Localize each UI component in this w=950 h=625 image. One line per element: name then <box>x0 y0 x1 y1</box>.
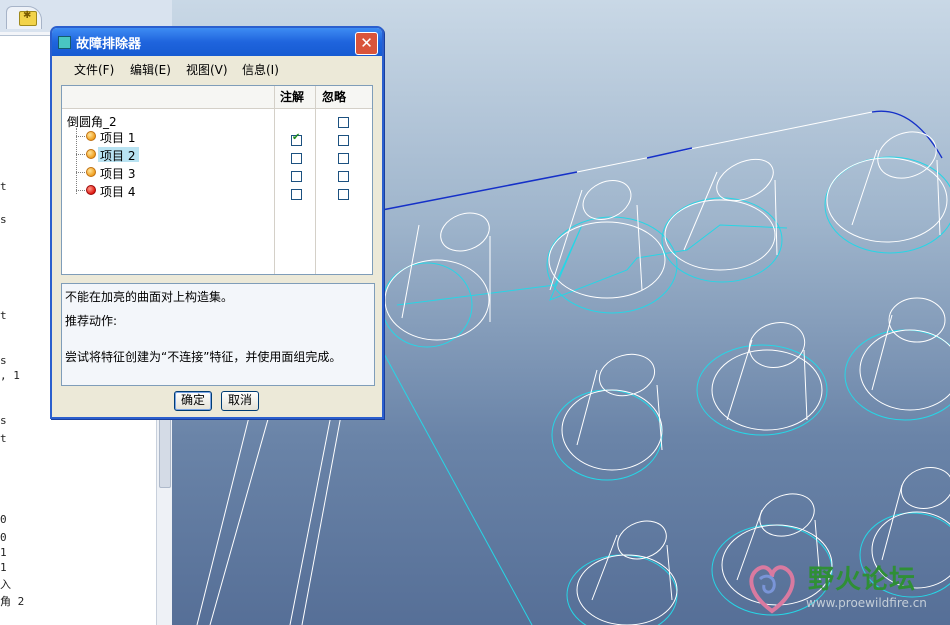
menu-file[interactable]: 文件(F) <box>74 61 114 78</box>
item-1-ignore-checkbox[interactable] <box>338 135 349 146</box>
item-2-ignore-checkbox[interactable] <box>338 153 349 164</box>
tree-item-2[interactable]: 项目 2 <box>100 147 135 164</box>
column-annotate[interactable]: 注解 <box>280 86 304 108</box>
troubleshooter-dialog: 故障排除器 ✕ 文件(F) 编辑(E) 视图(V) 信息(I) 注解 忽略 倒圆… <box>50 26 384 419</box>
warning-status-icon <box>86 167 96 177</box>
scrollbar-thumb[interactable] <box>159 416 171 488</box>
column-divider <box>274 86 275 274</box>
folder-star-icon <box>19 10 37 26</box>
menu-info[interactable]: 信息(I) <box>242 61 279 78</box>
error-message: 不能在加亮的曲面对上构造集。 <box>65 290 234 304</box>
tree-node-fragment[interactable]: s <box>0 414 7 427</box>
warning-status-icon <box>86 131 96 141</box>
recommended-action-label: 推荐动作: <box>65 314 118 328</box>
column-divider <box>315 86 316 274</box>
item-3-ignore-checkbox[interactable] <box>338 171 349 182</box>
tree-root-label[interactable]: 倒圆角_2 <box>67 113 117 130</box>
tree-node-fragment[interactable]: 角 2 <box>0 593 24 609</box>
message-panel: 不能在加亮的曲面对上构造集。 推荐动作: 尝试将特征创建为“不连接”特征，并使用… <box>61 283 375 386</box>
tree-connector <box>76 136 85 137</box>
item-4-annotate-checkbox[interactable] <box>291 189 302 200</box>
ok-button[interactable]: 确定 <box>174 391 212 411</box>
item-tree-table: 注解 忽略 倒圆角_2 项目 1 项目 2 项目 3 项目 4 <box>61 85 373 275</box>
dialog-title: 故障排除器 <box>76 37 142 52</box>
item-4-ignore-checkbox[interactable] <box>338 189 349 200</box>
tree-node-fragment[interactable]: t <box>0 309 7 322</box>
cancel-button[interactable]: 取消 <box>221 391 259 411</box>
heart-swirl-logo-icon <box>749 565 795 614</box>
tree-connector <box>76 190 85 191</box>
tree-node-fragment[interactable]: s <box>0 354 7 367</box>
tree-node-fragment[interactable]: 0 <box>0 531 7 544</box>
dialog-titlebar[interactable]: 故障排除器 ✕ <box>52 28 382 56</box>
item-1-annotate-checkbox[interactable] <box>291 132 302 146</box>
menu-view[interactable]: 视图(V) <box>186 61 228 78</box>
model-tree-tab[interactable] <box>6 6 42 29</box>
tree-item-3[interactable]: 项目 3 <box>100 165 135 182</box>
forum-watermark: 野火论坛 www.proewildfire.cn <box>740 555 945 619</box>
watermark-title: 野火论坛 <box>808 565 917 595</box>
tree-item-4[interactable]: 项目 4 <box>100 183 135 200</box>
close-icon[interactable]: ✕ <box>355 32 378 55</box>
warning-status-icon <box>86 149 96 159</box>
item-3-annotate-checkbox[interactable] <box>291 171 302 182</box>
tree-node-fragment[interactable]: s <box>0 213 7 226</box>
tree-node-fragment[interactable]: 入 <box>0 576 11 592</box>
app-window-icon <box>58 36 71 49</box>
tree-node-fragment[interactable]: 1 <box>0 561 7 574</box>
tree-node-fragment[interactable]: , 1 <box>0 369 20 382</box>
menu-edit[interactable]: 编辑(E) <box>130 61 171 78</box>
tree-node-fragment[interactable]: t <box>0 180 7 193</box>
root-ignore-checkbox[interactable] <box>338 117 349 128</box>
tree-connector <box>76 172 85 173</box>
tree-node-fragment[interactable]: t <box>0 432 7 445</box>
tree-connector <box>76 154 85 155</box>
watermark-url: www.proewildfire.cn <box>806 596 927 610</box>
tree-connector <box>76 128 77 194</box>
tree-item-1[interactable]: 项目 1 <box>100 129 135 146</box>
recommended-action-text: 尝试将特征创建为“不连接”特征，并使用面组完成。 <box>65 350 342 364</box>
tree-node-fragment[interactable]: 0 <box>0 513 7 526</box>
error-status-icon <box>86 185 96 195</box>
item-2-annotate-checkbox[interactable] <box>291 153 302 164</box>
tree-node-fragment[interactable]: 1 <box>0 546 7 559</box>
menu-bar: 文件(F) 编辑(E) 视图(V) 信息(I) <box>52 56 382 80</box>
column-ignore[interactable]: 忽略 <box>322 86 346 108</box>
